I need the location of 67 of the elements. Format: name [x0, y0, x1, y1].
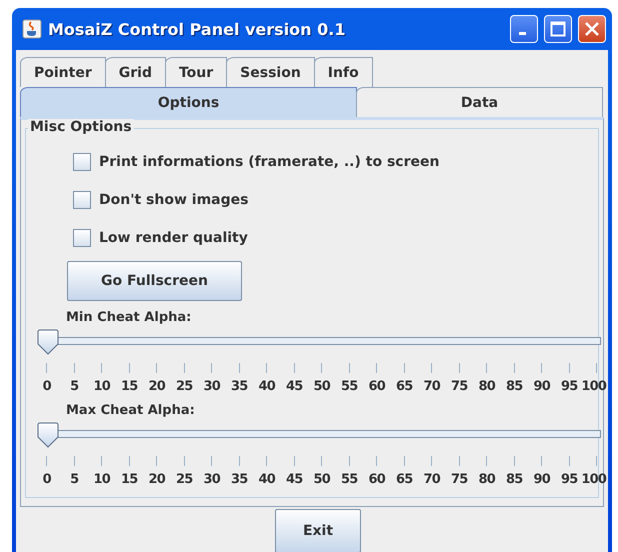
tick-label: 45 [286, 472, 302, 487]
window-title: MosaiZ Control Panel version 0.1 [48, 20, 346, 38]
checkbox[interactable] [73, 191, 91, 209]
slider-label: Min Cheat Alpha: [66, 309, 192, 327]
tick-label: 20 [148, 379, 165, 394]
tick-label: 0 [42, 379, 51, 394]
tick-label: 65 [396, 472, 412, 487]
tick-label: 55 [341, 379, 358, 394]
tick-label: 70 [424, 472, 440, 487]
tick-label: 40 [258, 379, 275, 394]
slider-label: Max Cheat Alpha: [66, 402, 196, 420]
tick-label: 20 [148, 472, 165, 487]
tick-label: 40 [258, 472, 275, 487]
tick-label: 35 [231, 472, 248, 487]
tick-label: 25 [176, 472, 192, 487]
tick-label: 90 [534, 379, 550, 394]
checkbox[interactable] [73, 229, 91, 247]
tick-label: 100 [581, 472, 606, 487]
close-icon [584, 21, 600, 37]
checkbox[interactable] [73, 153, 91, 171]
tick-label: 50 [314, 379, 330, 394]
tick-label: 60 [368, 379, 385, 394]
tick-label: 95 [561, 472, 578, 487]
slider-thumb[interactable] [36, 422, 59, 448]
tick-label: 75 [451, 379, 468, 394]
tab[interactable]: Options [20, 87, 357, 117]
fullscreen-button[interactable]: Go Fullscreen [67, 261, 242, 301]
tick-label: 0 [42, 472, 51, 487]
tick-label: 10 [94, 472, 110, 487]
tick-label: 85 [506, 379, 522, 394]
tick-label: 80 [478, 379, 495, 394]
tick-label: 85 [506, 472, 522, 487]
tick-label: 5 [70, 472, 78, 487]
tick-label: 25 [176, 379, 192, 394]
tick-label: 45 [286, 379, 302, 394]
tick-label: 35 [231, 379, 248, 394]
tab[interactable]: Info [314, 57, 373, 87]
close-button[interactable] [578, 15, 606, 43]
tick-label: 100 [581, 379, 606, 394]
tick-label: 80 [478, 472, 495, 487]
exit-button[interactable]: Exit [275, 509, 361, 552]
tick-label: 15 [121, 379, 138, 394]
tick-label: 70 [424, 379, 440, 394]
tick-label: 30 [204, 379, 220, 394]
tick-label: 30 [204, 472, 220, 487]
slider-thumb[interactable] [36, 329, 59, 355]
checkbox-label: Print informations (framerate, ..) to screen [99, 154, 440, 170]
maximize-icon [550, 21, 566, 37]
checkbox-label: Low render quality [99, 230, 248, 246]
tick-label: 65 [396, 379, 412, 394]
tick-label: 50 [314, 472, 330, 487]
tick-label: 10 [94, 379, 110, 394]
tick-label: 90 [534, 472, 550, 487]
checkbox-label: Don't show images [99, 192, 248, 208]
minimize-button[interactable] [510, 15, 538, 43]
coffee-cup-icon [22, 19, 42, 39]
tab[interactable]: Pointer [20, 57, 106, 87]
tick-label: 5 [70, 379, 78, 394]
tick-label: 15 [121, 472, 138, 487]
tick-label: 55 [341, 472, 358, 487]
tick-label: 95 [561, 379, 578, 394]
group-title: Misc Options [28, 119, 134, 135]
tab[interactable]: Data [356, 87, 603, 117]
tick-label: 75 [451, 472, 468, 487]
minimize-icon [518, 32, 526, 34]
tick-label: 60 [368, 472, 385, 487]
maximize-button[interactable] [544, 15, 572, 43]
